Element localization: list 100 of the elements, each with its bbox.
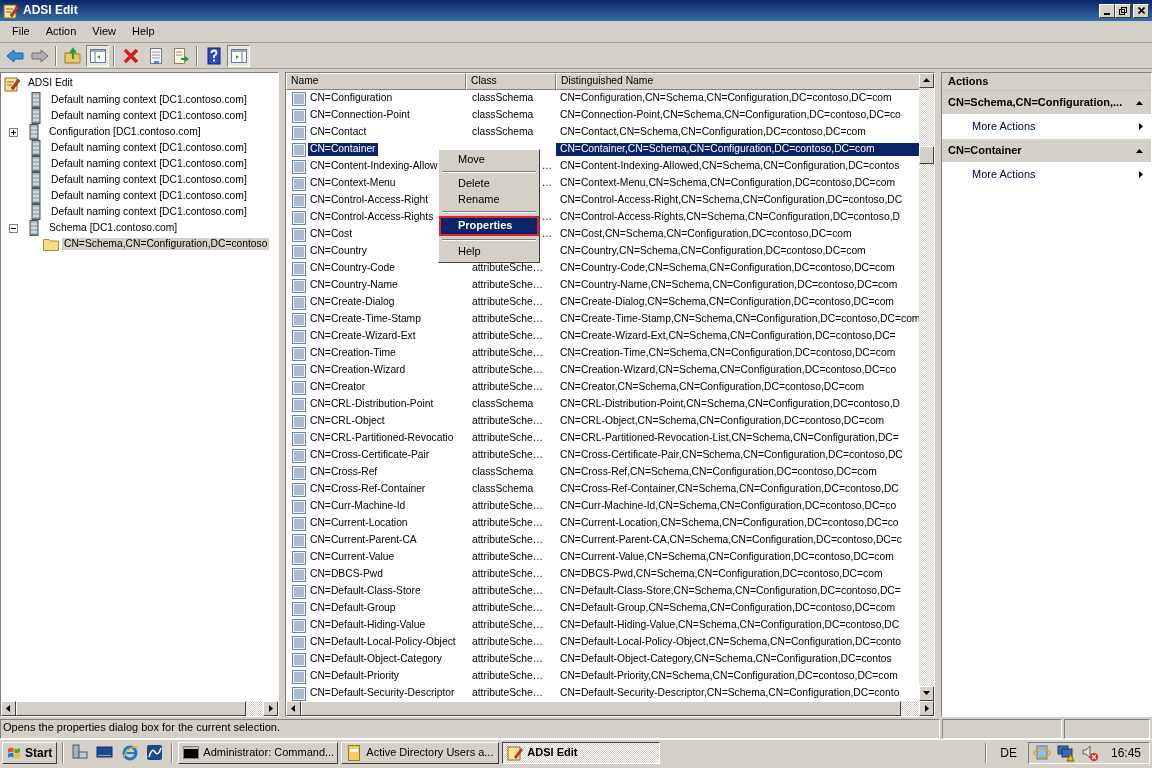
table-cell[interactable]: CN=Default-Hiding-Value xyxy=(308,619,428,632)
tree-item[interactable]: Configuration [DC1.contoso.com] xyxy=(47,125,203,139)
list-item-icon xyxy=(292,244,306,259)
table-cell[interactable]: CN=Default-Object-Category xyxy=(308,653,444,666)
table-cell[interactable]: CN=Connection-Point xyxy=(308,109,412,122)
menu-item[interactable]: Move xyxy=(441,152,537,168)
menu-item[interactable]: Help xyxy=(123,22,163,41)
tree-item[interactable]: Default naming context [DC1.contoso.com] xyxy=(49,189,249,203)
table-cell[interactable]: CN=Container xyxy=(308,143,378,156)
tree-item[interactable]: Default naming context [DC1.contoso.com] xyxy=(49,173,249,187)
table-cell-text: CN=Country-Code,CN=Schema,CN=Configuration,DC=contoso,DC=com xyxy=(559,262,896,275)
menu-item[interactable]: Delete xyxy=(441,176,537,192)
table-cell[interactable]: CN=Default-Local-Policy-Object xyxy=(308,636,458,649)
expand-toggle[interactable] xyxy=(9,127,18,137)
table-cell[interactable]: CN=CRL-Object xyxy=(308,415,387,428)
taskbar-button[interactable]: Active Directory Users a... xyxy=(341,742,500,764)
server-manager-icon[interactable] xyxy=(71,744,90,762)
horizontal-scrollbar[interactable] xyxy=(1,701,278,716)
column-header[interactable]: Class xyxy=(466,73,556,90)
table-cell[interactable]: CN=Create-Wizard-Ext xyxy=(308,330,418,343)
table-cell[interactable]: CN=Default-Class-Store xyxy=(308,585,423,598)
collapse-arrow-icon[interactable] xyxy=(1136,148,1143,153)
table-cell[interactable]: CN=Configuration xyxy=(308,92,395,105)
tree-item[interactable]: Default naming context [DC1.contoso.com] xyxy=(49,93,249,107)
restore-icon xyxy=(1119,6,1127,15)
taskbar-button[interactable]: ADSI Edit xyxy=(502,742,661,764)
tree-item[interactable]: Schema [DC1.contoso.com] xyxy=(47,221,180,235)
tree-item[interactable]: Default naming context [DC1.contoso.com] xyxy=(49,157,249,171)
menu-item[interactable]: Action xyxy=(37,22,85,41)
vertical-scrollbar[interactable] xyxy=(919,73,934,701)
table-cell-text: … xyxy=(540,211,553,224)
minimize-button[interactable] xyxy=(1099,3,1115,18)
table-cell[interactable]: CN=Default-Group xyxy=(308,602,398,615)
table-cell[interactable]: CN=Cross-Ref xyxy=(308,466,380,479)
clock[interactable]: 16:45 xyxy=(1110,745,1141,761)
column-header[interactable]: Name xyxy=(286,73,466,90)
scroll-up-icon[interactable] xyxy=(923,78,930,83)
scroll-right-icon[interactable] xyxy=(268,705,273,712)
table-cell[interactable]: CN=Control-Access-Rights xyxy=(308,211,436,224)
action-pane-button[interactable] xyxy=(227,44,250,67)
notepad-pencil-icon xyxy=(4,75,20,92)
scroll-left-icon[interactable] xyxy=(6,705,11,712)
menu-item[interactable]: Rename xyxy=(441,192,537,208)
close-button[interactable] xyxy=(1133,3,1149,18)
table-cell[interactable]: CN=Create-Dialog xyxy=(308,296,397,309)
table-cell[interactable]: CN=Contact xyxy=(308,126,369,139)
table-cell[interactable]: CN=Current-Value xyxy=(308,551,397,564)
tree-item[interactable]: Default naming context [DC1.contoso.com] xyxy=(49,205,249,219)
table-cell[interactable]: CN=CRL-Distribution-Point xyxy=(308,398,436,411)
table-cell[interactable]: CN=Cross-Ref-Container xyxy=(308,483,428,496)
menu-item[interactable]: Properties xyxy=(441,218,537,234)
table-cell[interactable]: CN=Creation-Time xyxy=(308,347,398,360)
column-header[interactable]: Distinguished Name xyxy=(556,73,919,90)
start-button[interactable]: Start xyxy=(2,742,58,764)
menu-item[interactable]: View xyxy=(84,22,124,41)
table-cell[interactable]: CN=Current-Parent-CA xyxy=(308,534,419,547)
muted-speaker-icon[interactable] xyxy=(1080,744,1099,762)
table-cell[interactable]: CN=Current-Location xyxy=(308,517,410,530)
table-cell[interactable]: CN=Cost xyxy=(308,228,355,241)
network-warning-icon[interactable] xyxy=(1056,744,1075,762)
table-cell[interactable]: CN=Default-Security-Descriptor xyxy=(308,687,457,700)
scroll-down-icon[interactable] xyxy=(923,691,930,696)
expand-toggle[interactable] xyxy=(9,223,18,233)
table-cell[interactable]: CN=Create-Time-Stamp xyxy=(308,313,423,326)
terminal-icon[interactable] xyxy=(146,744,165,762)
tree-item[interactable]: Default naming context [DC1.contoso.com] xyxy=(49,109,249,123)
table-cell-text: attributeSche… xyxy=(471,381,544,394)
table-cell[interactable]: CN=Country-Code xyxy=(308,262,397,275)
scroll-thumb[interactable] xyxy=(919,146,934,164)
scroll-right-icon[interactable] xyxy=(924,705,929,712)
table-cell-text: CN=CRL-Partitioned-Revocation-List,CN=Schema,CN=Configuration,DC= xyxy=(559,432,900,445)
horizontal-scrollbar[interactable] xyxy=(286,701,934,716)
table-cell[interactable]: CN=Country xyxy=(308,245,369,258)
scroll-left-icon[interactable] xyxy=(291,705,296,712)
menu-item[interactable]: Help xyxy=(441,244,537,260)
tree-item[interactable]: ADSI Edit xyxy=(26,77,75,90)
taskbar-button[interactable]: Administrator: Command... xyxy=(178,742,339,764)
menu-item[interactable]: File xyxy=(4,22,38,41)
tree-item[interactable]: CN=Schema,CN=Configuration,DC=contoso xyxy=(62,237,270,251)
restore-button[interactable] xyxy=(1115,3,1131,18)
tree-pane-button[interactable] xyxy=(86,44,109,67)
table-cell[interactable]: CN=Curr-Machine-Id xyxy=(308,500,408,513)
language-indicator[interactable]: DE xyxy=(1000,745,1017,761)
table-cell[interactable]: CN=Content-Indexing-Allow xyxy=(308,160,440,173)
collapse-arrow-icon[interactable] xyxy=(1136,100,1143,105)
tree-item[interactable]: Default naming context [DC1.contoso.com] xyxy=(49,141,249,155)
list-item-icon xyxy=(292,618,306,633)
table-cell[interactable]: CN=CRL-Partitioned-Revocatio xyxy=(308,432,456,445)
table-cell[interactable]: CN=Creator xyxy=(308,381,368,394)
table-cell[interactable]: CN=DBCS-Pwd xyxy=(308,568,385,581)
table-cell[interactable]: CN=Control-Access-Right xyxy=(308,194,431,207)
table-cell[interactable]: CN=Cross-Certificate-Pair xyxy=(308,449,432,462)
table-cell[interactable]: CN=Default-Priority xyxy=(308,670,401,683)
table-cell[interactable]: CN=Context-Menu xyxy=(308,177,398,190)
table-cell-text: attributeSche… xyxy=(471,415,544,428)
table-cell[interactable]: CN=Country-Name xyxy=(308,279,400,292)
submenu-arrow-icon xyxy=(1139,123,1143,130)
browser-icon[interactable] xyxy=(121,744,140,762)
table-cell[interactable]: CN=Creation-Wizard xyxy=(308,364,408,377)
submenu-arrow-icon xyxy=(1139,171,1143,178)
